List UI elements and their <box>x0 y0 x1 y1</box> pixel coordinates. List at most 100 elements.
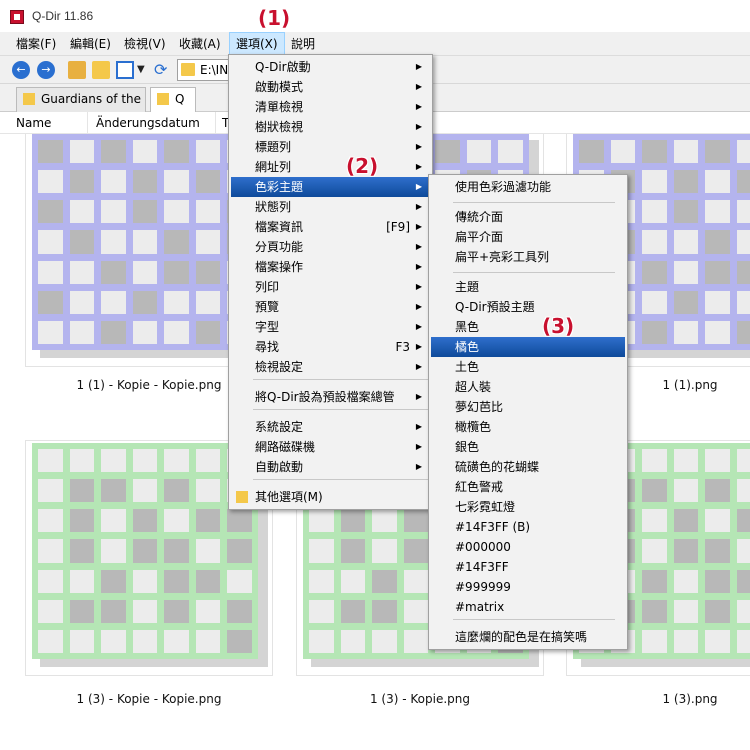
menu-file[interactable]: 檔案(F) <box>10 32 62 56</box>
annotation-1: (1) <box>258 6 291 30</box>
options-menu-item[interactable]: 檔案操作 ▶ <box>231 257 430 277</box>
color-theme-item[interactable]: Q-Dir預設主題 <box>431 297 625 317</box>
chevron-down-icon[interactable]: ▼ <box>137 61 147 79</box>
options-menu-item[interactable]: 網路磁碟機 ▶ <box>231 437 430 457</box>
options-menu-item[interactable]: 狀態列 ▶ <box>231 197 430 217</box>
options-menu-item[interactable]: 分頁功能 ▶ <box>231 237 430 257</box>
options-menu-item[interactable]: 樹狀檢視 ▶ <box>231 117 430 137</box>
options-menu-item-label: 檔案操作 <box>255 260 304 274</box>
file-name[interactable]: 1 (3) - Kopie - Kopie.png <box>25 692 273 706</box>
menu-separator <box>253 479 428 480</box>
color-theme-item[interactable]: 使用色彩過濾功能 <box>431 177 625 197</box>
menu-help[interactable]: 說明 <box>285 32 321 56</box>
folder-icon <box>236 491 248 503</box>
menu-favorites[interactable]: 收藏(A) <box>173 32 227 56</box>
options-menu-item-label: 自動啟動 <box>255 460 304 474</box>
color-theme-item[interactable]: 橘色 <box>431 337 625 357</box>
color-theme-item-label: 銀色 <box>455 440 480 454</box>
options-menu-item-label: 尋找 <box>255 340 280 354</box>
options-menu-item[interactable]: 將Q-Dir設為預設檔案總管 ▶ <box>231 387 430 407</box>
menu-options[interactable]: 選項(X) <box>229 32 285 56</box>
submenu-arrow-icon: ▶ <box>415 342 422 351</box>
color-theme-item[interactable]: 硫磺色的花蝴蝶 <box>431 457 625 477</box>
submenu-arrow-icon: ▶ <box>415 102 422 111</box>
submenu-arrow-icon: ▶ <box>415 62 422 71</box>
folder-icon <box>157 93 169 105</box>
column-modified[interactable]: Änderungsdatum <box>90 112 216 134</box>
tab-q[interactable]: Q <box>150 87 196 113</box>
options-menu-item-label: 狀態列 <box>255 200 292 214</box>
options-menu-item-label: 將Q-Dir設為預設檔案總管 <box>255 390 395 404</box>
color-theme-item[interactable]: 紅色警戒 <box>431 477 625 497</box>
app-icon <box>10 10 24 24</box>
options-menu-item[interactable]: 標題列 ▶ <box>231 137 430 157</box>
options-menu-item[interactable]: 啟動模式 ▶ <box>231 77 430 97</box>
back-icon[interactable]: ← <box>12 61 30 79</box>
options-menu-item[interactable]: 其他選項(M) <box>231 487 430 507</box>
title-bar: Q-Dir 11.86 <box>0 0 750 32</box>
color-theme-item[interactable]: 夢幻芭比 <box>431 397 625 417</box>
file-name[interactable]: 1 (3).png <box>566 692 750 706</box>
options-menu-item-label: 預覽 <box>255 300 280 314</box>
submenu-arrow-icon: ▶ <box>415 82 422 91</box>
options-menu-item[interactable]: 尋找 F3 ▶ <box>231 337 430 357</box>
color-theme-item[interactable]: 傳統介面 <box>431 207 625 227</box>
options-menu-item-label: 清單檢視 <box>255 100 304 114</box>
shortcut-label: F3 <box>395 340 410 354</box>
menu-edit[interactable]: 編輯(E) <box>64 32 117 56</box>
color-theme-item[interactable]: 橄欖色 <box>431 417 625 437</box>
up-folder-icon[interactable] <box>68 61 86 79</box>
options-menu-item-label: 網址列 <box>255 160 292 174</box>
color-theme-item[interactable]: 土色 <box>431 357 625 377</box>
color-theme-item-label: #matrix <box>455 600 505 614</box>
options-menu-item[interactable]: 檔案資訊 [F9] ▶ <box>231 217 430 237</box>
color-theme-item-label: 橘色 <box>455 340 480 354</box>
thumbnail-image <box>32 443 258 659</box>
address-value: E:\INI <box>200 63 232 77</box>
options-menu-item[interactable]: 網址列 ▶ <box>231 157 430 177</box>
color-theme-item[interactable]: 扁平+亮彩工具列 <box>431 247 625 267</box>
options-menu-item[interactable]: 色彩主題 ▶ <box>231 177 430 197</box>
options-menu-item[interactable]: 系統設定 ▶ <box>231 417 430 437</box>
menu-view[interactable]: 檢視(V) <box>118 32 172 56</box>
options-menu-item[interactable]: Q-Dir啟動 ▶ <box>231 57 430 77</box>
tab-guardians[interactable]: Guardians of the ... <box>16 87 146 112</box>
submenu-arrow-icon: ▶ <box>415 242 422 251</box>
color-theme-item[interactable]: #14F3FF <box>431 557 625 577</box>
file-name[interactable]: 1 (3) - Kopie.png <box>296 692 544 706</box>
color-theme-item[interactable]: 這麼爛的配色是在搞笑嗎 <box>431 627 625 647</box>
options-menu-item[interactable]: 列印 ▶ <box>231 277 430 297</box>
column-name[interactable]: Name <box>10 112 88 134</box>
color-theme-item[interactable]: 主題 <box>431 277 625 297</box>
color-theme-item[interactable]: 銀色 <box>431 437 625 457</box>
color-theme-item-label: 超人裝 <box>455 380 492 394</box>
refresh-icon[interactable]: ⟳ <box>154 61 172 79</box>
color-theme-item[interactable]: 超人裝 <box>431 377 625 397</box>
options-menu-item[interactable]: 清單檢視 ▶ <box>231 97 430 117</box>
color-theme-item[interactable]: #000000 <box>431 537 625 557</box>
submenu-arrow-icon: ▶ <box>415 142 422 151</box>
new-folder-icon[interactable] <box>92 61 110 79</box>
color-theme-item[interactable]: #999999 <box>431 577 625 597</box>
color-theme-item-label: #999999 <box>455 580 511 594</box>
color-theme-item[interactable]: 扁平介面 <box>431 227 625 247</box>
options-menu-item[interactable]: 檢視設定 ▶ <box>231 357 430 377</box>
view-mode-icon[interactable] <box>116 61 134 79</box>
color-theme-item[interactable]: #matrix <box>431 597 625 617</box>
submenu-arrow-icon: ▶ <box>415 302 422 311</box>
submenu-arrow-icon: ▶ <box>415 392 422 401</box>
options-menu-item[interactable]: 字型 ▶ <box>231 317 430 337</box>
folder-icon <box>23 93 35 105</box>
thumbnail-image <box>32 134 258 350</box>
color-theme-item[interactable]: #14F3FF (B) <box>431 517 625 537</box>
color-theme-item-label: 主題 <box>455 280 480 294</box>
color-theme-item[interactable]: 黑色 <box>431 317 625 337</box>
color-theme-item-label: 黑色 <box>455 320 480 334</box>
forward-icon[interactable]: → <box>37 61 55 79</box>
submenu-arrow-icon: ▶ <box>415 322 422 331</box>
menu-separator <box>253 379 428 380</box>
options-menu-item[interactable]: 自動啟動 ▶ <box>231 457 430 477</box>
options-menu-item[interactable]: 預覽 ▶ <box>231 297 430 317</box>
color-theme-item[interactable]: 七彩霓虹燈 <box>431 497 625 517</box>
menu-separator <box>453 202 615 203</box>
